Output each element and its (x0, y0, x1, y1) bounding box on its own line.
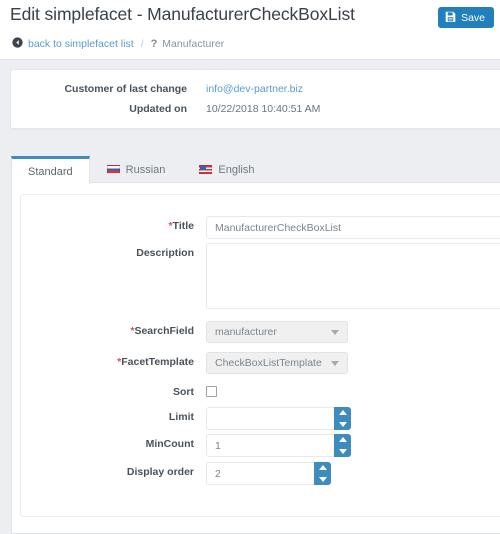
form-row-searchfield: *SearchField manufacturer (21, 321, 500, 343)
label-title: *Title (21, 216, 194, 236)
control-facettemplate: CheckBoxListTemplate (206, 352, 348, 374)
control-display-order (206, 462, 331, 485)
form-row-description: Description (21, 243, 500, 312)
label-display-order: Display order (21, 462, 194, 482)
label-limit: Limit (21, 407, 194, 427)
page-header: Edit simplefacet - ManufacturerCheckBoxL… (0, 0, 500, 60)
facettemplate-selected-value: CheckBoxListTemplate (215, 357, 322, 369)
customer-email-link[interactable]: info@dev-partner.biz (206, 83, 303, 95)
chevron-down-icon (331, 361, 339, 366)
label-facettemplate: *FacetTemplate (21, 352, 194, 372)
control-mincount (206, 434, 351, 457)
tab-russian[interactable]: Russian (90, 155, 183, 183)
info-label-customer: Customer of last change (11, 83, 187, 95)
control-sort (206, 382, 217, 397)
save-button-label: Save (461, 12, 485, 24)
description-textarea[interactable] (206, 243, 500, 309)
tab-standard[interactable]: Standard (11, 156, 90, 184)
tab-bar: Standard Russian English (11, 154, 271, 183)
control-title (206, 216, 500, 239)
form-row-sort: Sort (21, 382, 500, 402)
label-searchfield: *SearchField (21, 321, 194, 341)
mincount-spinner[interactable] (334, 434, 351, 457)
spinner-up-icon[interactable] (339, 410, 347, 415)
form-row-facettemplate: *FacetTemplate CheckBoxListTemplate (21, 352, 500, 374)
breadcrumb: back to simplefacet list / ? Manufacture… (12, 37, 224, 51)
form-row-limit: Limit (21, 407, 500, 430)
form-row-display-order: Display order (21, 462, 500, 485)
control-description (206, 243, 500, 312)
back-arrow-circle-icon[interactable] (12, 37, 23, 51)
form-row-title: *Title (21, 216, 500, 239)
tab-content-panel: *Title Description *SearchField manufact… (11, 182, 500, 534)
flag-usa-icon (199, 165, 212, 174)
sort-checkbox[interactable] (206, 386, 217, 397)
save-button[interactable]: Save (438, 7, 494, 28)
limit-spinner[interactable] (334, 407, 351, 430)
label-mincount: MinCount (21, 434, 194, 454)
breadcrumb-current: Manufacturer (162, 38, 224, 50)
help-question-icon[interactable]: ? (151, 38, 158, 50)
flag-russia-icon (107, 165, 120, 174)
form-row-mincount: MinCount (21, 434, 500, 457)
info-label-updated: Updated on (11, 103, 187, 115)
chevron-down-icon (331, 330, 339, 335)
info-row: Updated on 10/22/2018 10:40:51 AM (11, 103, 320, 115)
limit-input[interactable] (206, 407, 351, 430)
searchfield-selected-value: manufacturer (215, 326, 277, 338)
mincount-input[interactable] (206, 434, 351, 457)
display-order-input[interactable] (206, 462, 331, 485)
info-row: Customer of last change info@dev-partner… (11, 83, 303, 95)
tab-english-label: English (218, 164, 254, 176)
label-sort: Sort (21, 382, 194, 402)
spinner-up-icon[interactable] (339, 437, 347, 442)
control-searchfield: manufacturer (206, 321, 348, 343)
breadcrumb-separator: / (141, 38, 144, 50)
label-description: Description (21, 243, 194, 263)
tab-english[interactable]: English (182, 155, 271, 183)
form-fieldset: *Title Description *SearchField manufact… (20, 194, 500, 517)
control-limit (206, 407, 351, 430)
spinner-down-icon[interactable] (339, 449, 347, 454)
display-order-spinner[interactable] (314, 462, 331, 485)
title-input[interactable] (206, 216, 500, 239)
spinner-up-icon[interactable] (319, 465, 327, 470)
updated-on-value: 10/22/2018 10:40:51 AM (206, 103, 320, 115)
spinner-down-icon[interactable] (319, 477, 327, 482)
tab-russian-label: Russian (126, 164, 166, 176)
facettemplate-select[interactable]: CheckBoxListTemplate (206, 352, 348, 374)
page-title: Edit simplefacet - ManufacturerCheckBoxL… (10, 4, 355, 25)
tab-standard-label: Standard (28, 166, 73, 178)
save-floppy-icon (445, 11, 456, 25)
searchfield-select[interactable]: manufacturer (206, 321, 348, 343)
spinner-down-icon[interactable] (339, 422, 347, 427)
breadcrumb-back-link[interactable]: back to simplefacet list (28, 38, 134, 50)
info-panel: Customer of last change info@dev-partner… (10, 69, 500, 129)
